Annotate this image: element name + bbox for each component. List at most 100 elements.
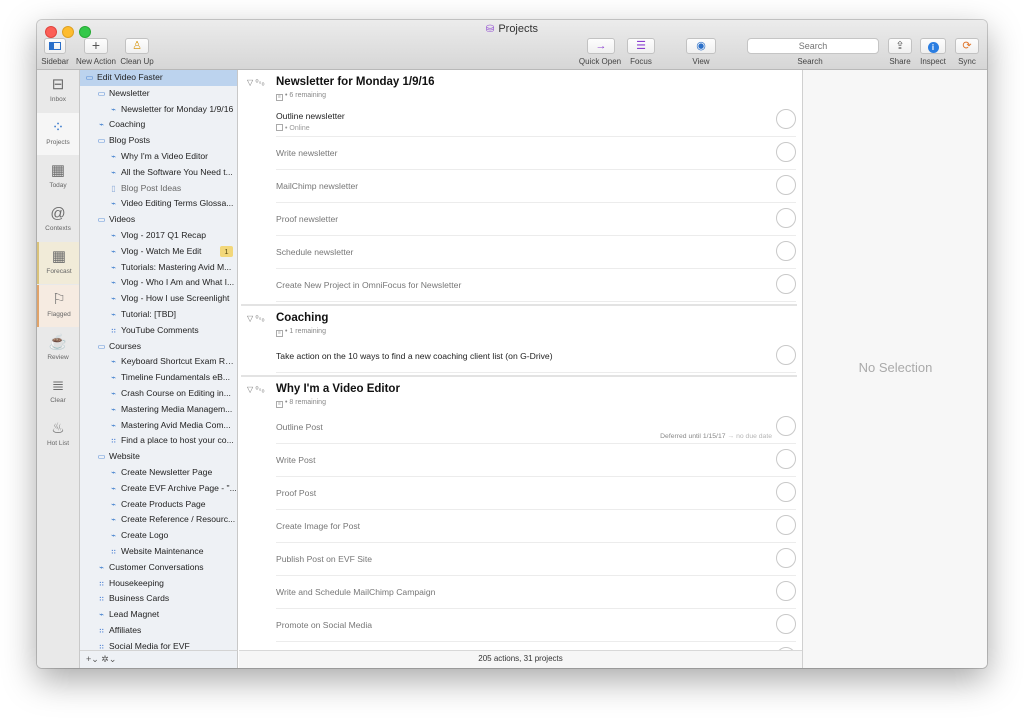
- action-row[interactable]: Promote in Cmd+Edit Facebook Group: [276, 642, 796, 650]
- sidebar-item[interactable]: ⌁ Mastering Media Managem...: [80, 402, 237, 418]
- perspective-inbox[interactable]: ⊟ Inbox: [37, 70, 79, 112]
- completion-checkbox[interactable]: [776, 449, 796, 469]
- action-row[interactable]: Outline Post Deferred until 1/15/17 → no …: [276, 411, 796, 444]
- project-title[interactable]: Newsletter for Monday 1/9/16: [276, 76, 435, 88]
- sidebar-item[interactable]: ⠶ Housekeeping: [80, 576, 237, 592]
- completion-checkbox[interactable]: [776, 345, 796, 365]
- action-title[interactable]: Proof Post: [276, 488, 316, 498]
- sidebar-item[interactable]: ⌁ Create Reference / Resourc...: [80, 512, 237, 528]
- sidebar-item[interactable]: ▭ Blog Posts: [80, 133, 237, 149]
- action-title[interactable]: Write Post: [276, 455, 315, 465]
- sidebar-item[interactable]: ⌁ Why I'm a Video Editor: [80, 149, 237, 165]
- new-action-button[interactable]: +: [84, 38, 108, 54]
- action-row[interactable]: MailChimp newsletter: [276, 170, 796, 203]
- action-row[interactable]: Write Post: [276, 444, 796, 477]
- sidebar-item[interactable]: ⌁ Mastering Avid Media Com...: [80, 418, 237, 434]
- action-title[interactable]: Outline newsletter: [276, 111, 345, 121]
- sidebar-item[interactable]: ⌁ Vlog - Who I Am and What I...: [80, 275, 237, 291]
- sidebar-item[interactable]: ▯ Blog Post Ideas: [80, 181, 237, 197]
- action-title[interactable]: Take action on the 10 ways to find a new…: [276, 351, 553, 361]
- sidebar-item[interactable]: ⌁ Create EVF Archive Page - "...: [80, 481, 237, 497]
- sidebar-item[interactable]: ⌁ Vlog - How I use Screenlight: [80, 291, 237, 307]
- action-title[interactable]: Create Image for Post: [276, 521, 360, 531]
- inspect-button[interactable]: i: [920, 38, 946, 54]
- project-title[interactable]: Coaching: [276, 312, 328, 324]
- sidebar-item[interactable]: ⌁ Create Products Page: [80, 497, 237, 513]
- disclosure-triangle-icon[interactable]: ▽ ⁰◦₀: [247, 314, 265, 323]
- action-row[interactable]: Proof Post: [276, 477, 796, 510]
- action-row[interactable]: Create New Project in OmniFocus for News…: [276, 269, 796, 302]
- sidebar-item[interactable]: ⌁ Vlog - 2017 Q1 Recap: [80, 228, 237, 244]
- quick-open-button[interactable]: →: [587, 38, 615, 54]
- action-row[interactable]: Schedule newsletter: [276, 236, 796, 269]
- action-title[interactable]: Write newsletter: [276, 148, 337, 158]
- completion-checkbox[interactable]: [776, 416, 796, 436]
- perspective-contexts[interactable]: @ Contexts: [37, 199, 79, 241]
- action-title[interactable]: MailChimp newsletter: [276, 181, 358, 191]
- sidebar-item[interactable]: ⌁ Timeline Fundamentals eB...: [80, 370, 237, 386]
- perspective-flagged[interactable]: ⚐ Flagged: [37, 285, 79, 327]
- sidebar-item[interactable]: ⠶ YouTube Comments: [80, 323, 237, 339]
- action-title[interactable]: Promote on Social Media: [276, 620, 372, 630]
- disclosure-triangle-icon[interactable]: ▽ ⁰◦₀: [247, 78, 265, 87]
- completion-checkbox[interactable]: [776, 208, 796, 228]
- action-row[interactable]: Write and Schedule MailChimp Campaign: [276, 576, 796, 609]
- action-title[interactable]: Publish Post on EVF Site: [276, 554, 372, 564]
- sidebar-item[interactable]: ⌁ Vlog - Watch Me Edit 1: [80, 244, 237, 260]
- view-button[interactable]: ◉: [686, 38, 716, 54]
- sidebar-item[interactable]: ⌁ Tutorial: [TBD]: [80, 307, 237, 323]
- sidebar-item[interactable]: ▭ Newsletter: [80, 86, 237, 102]
- sidebar-item[interactable]: ⌁ Coaching: [80, 117, 237, 133]
- completion-checkbox[interactable]: [776, 548, 796, 568]
- action-title[interactable]: Outline Post: [276, 422, 323, 432]
- sidebar-item[interactable]: ▭ Website: [80, 449, 237, 465]
- perspective-hot-list[interactable]: ♨ Hot List: [37, 414, 79, 456]
- sidebar-item[interactable]: ⌁ Create Logo: [80, 528, 237, 544]
- sidebar-item[interactable]: ⌁ Customer Conversations: [80, 560, 237, 576]
- sidebar-item[interactable]: ⌁ Keyboard Shortcut Exam Re...: [80, 354, 237, 370]
- action-title[interactable]: Write and Schedule MailChimp Campaign: [276, 587, 435, 597]
- sidebar-item[interactable]: ⠶ Social Media for EVF: [80, 639, 237, 650]
- sidebar-item[interactable]: ⌁ Tutorials: Mastering Avid M...: [80, 260, 237, 276]
- sidebar-item[interactable]: ▭ Courses: [80, 339, 237, 355]
- completion-checkbox[interactable]: [776, 109, 796, 129]
- project-title[interactable]: Why I'm a Video Editor: [276, 383, 400, 395]
- completion-checkbox[interactable]: [776, 482, 796, 502]
- action-title[interactable]: Create New Project in OmniFocus for News…: [276, 280, 461, 290]
- completion-checkbox[interactable]: [776, 515, 796, 535]
- search-input[interactable]: [747, 38, 879, 54]
- completion-checkbox[interactable]: [776, 614, 796, 634]
- completion-checkbox[interactable]: [776, 142, 796, 162]
- clean-up-button[interactable]: ♙: [125, 38, 149, 54]
- completion-checkbox[interactable]: [776, 581, 796, 601]
- completion-checkbox[interactable]: [776, 175, 796, 195]
- perspective-clear[interactable]: ≣ Clear: [37, 371, 79, 413]
- completion-checkbox[interactable]: [776, 241, 796, 261]
- action-row[interactable]: Take action on the 10 ways to find a new…: [276, 340, 796, 373]
- perspective-forecast[interactable]: ▦ Forecast: [37, 242, 79, 284]
- action-row[interactable]: Write newsletter: [276, 137, 796, 170]
- focus-button[interactable]: ☰: [627, 38, 655, 54]
- sidebar-item[interactable]: ⠶ Find a place to host your co...: [80, 433, 237, 449]
- sidebar-item[interactable]: ⌁ All the Software You Need t...: [80, 165, 237, 181]
- sidebar-item[interactable]: ⌁ Create Newsletter Page: [80, 465, 237, 481]
- sidebar-item[interactable]: ⌁ Lead Magnet: [80, 607, 237, 623]
- action-title[interactable]: Schedule newsletter: [276, 247, 353, 257]
- action-title[interactable]: Proof newsletter: [276, 214, 338, 224]
- action-row[interactable]: Proof newsletter: [276, 203, 796, 236]
- perspective-today[interactable]: ▦ Today: [37, 156, 79, 198]
- disclosure-triangle-icon[interactable]: ▽ ⁰◦₀: [247, 385, 265, 394]
- action-row[interactable]: Outline newsletter • Online: [276, 104, 796, 137]
- sidebar-item[interactable]: ⌁ Video Editing Terms Glossa...: [80, 196, 237, 212]
- action-row[interactable]: Publish Post on EVF Site: [276, 543, 796, 576]
- sidebar-item[interactable]: ▭ Edit Video Faster: [80, 70, 237, 86]
- sync-button[interactable]: ⟳: [955, 38, 979, 54]
- action-row[interactable]: Promote on Social Media: [276, 609, 796, 642]
- perspective-review[interactable]: ☕ Review: [37, 328, 79, 370]
- sidebar-toggle-button[interactable]: [44, 38, 66, 54]
- sidebar-item[interactable]: ⠶ Website Maintenance: [80, 544, 237, 560]
- sidebar-item[interactable]: ⠶ Business Cards: [80, 591, 237, 607]
- sidebar-item[interactable]: ⠶ Affiliates: [80, 623, 237, 639]
- sidebar-footer[interactable]: +⌄ ✲⌄: [80, 650, 238, 668]
- share-button[interactable]: ⇪: [888, 38, 912, 54]
